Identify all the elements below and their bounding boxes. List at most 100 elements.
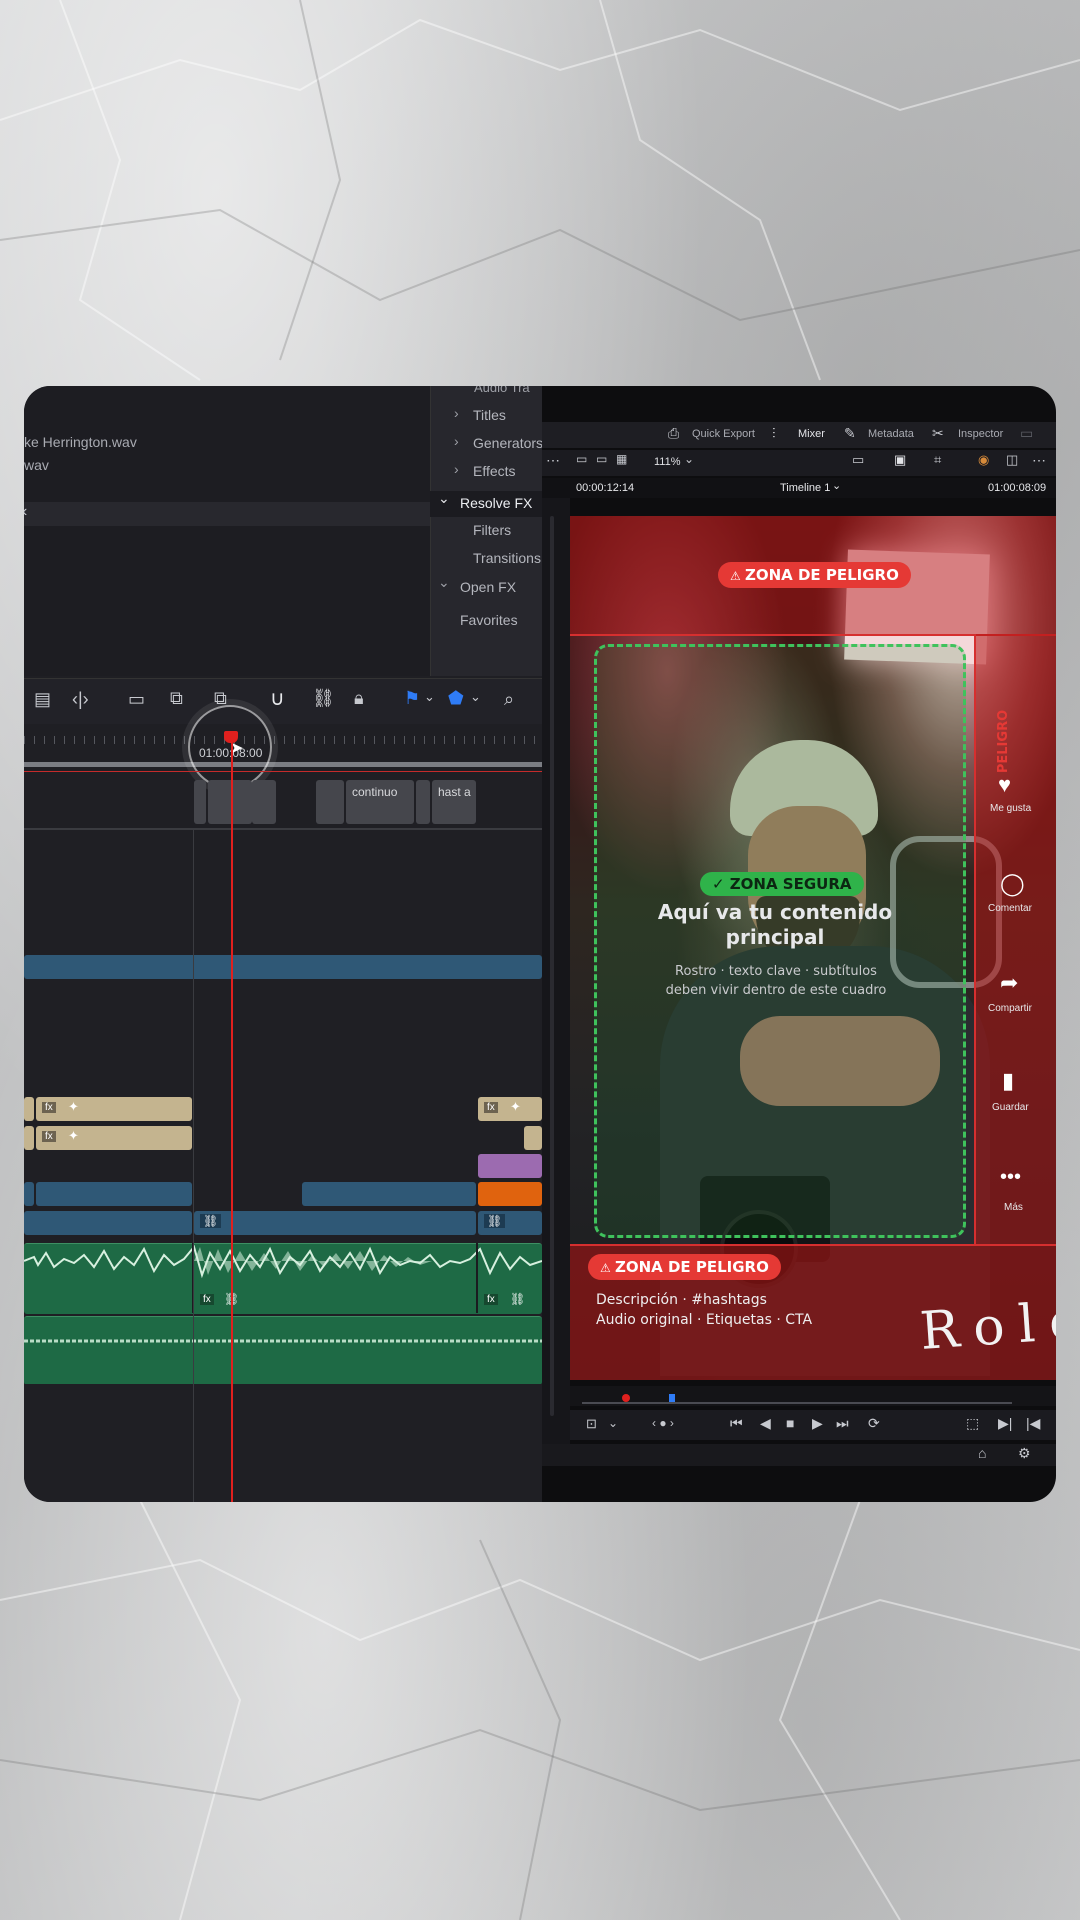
zoom-timeline-icon[interactable]: ⌕ — [504, 689, 514, 710]
media-file-name[interactable]: ke Herrington.wav — [24, 434, 137, 450]
chevron-right-icon[interactable]: › — [454, 405, 459, 421]
effects-item-filters[interactable]: Filters — [473, 522, 511, 538]
warning-icon: ⚠ — [600, 1261, 615, 1275]
subtitle-clip[interactable] — [316, 780, 344, 824]
split-view-icon[interactable]: ◫ — [1006, 452, 1018, 468]
layout-icon[interactable]: ▭ — [596, 452, 607, 466]
marker-icon[interactable]: ⬟ — [448, 688, 464, 709]
layout-icon[interactable]: ▭ — [576, 452, 587, 466]
chevron-down-icon[interactable]: ⌄ — [438, 574, 450, 591]
viewer-mode-icon[interactable]: ⊡ — [586, 1416, 597, 1432]
previous-edit-icon[interactable]: |◀ — [1026, 1415, 1040, 1432]
dynamic-trim-icon[interactable]: ‹|› — [72, 689, 89, 710]
export-icon[interactable]: ⎙ — [668, 425, 679, 442]
share-icon[interactable]: ➦ — [1000, 970, 1018, 996]
more-options-icon[interactable]: ⋯ — [546, 452, 560, 469]
mixer-button[interactable]: Mixer — [798, 428, 825, 440]
chevron-down-icon[interactable]: ⌄ — [424, 689, 435, 705]
stop-icon[interactable]: ■ — [786, 1415, 794, 1431]
audio-clip-music[interactable] — [24, 1316, 542, 1385]
subtitle-clip[interactable] — [416, 780, 430, 824]
color-icon[interactable]: ◉ — [978, 452, 989, 468]
subtitle-clip[interactable] — [208, 780, 252, 824]
view-options-icon[interactable]: ▭ — [852, 452, 864, 468]
fusion-clip[interactable] — [478, 1154, 542, 1178]
video-clip[interactable] — [24, 1211, 192, 1235]
home-icon[interactable]: ⌂ — [978, 1445, 986, 1461]
quick-export-button[interactable]: Quick Export — [692, 428, 755, 440]
scrollbar[interactable] — [550, 516, 554, 1416]
effects-item-open-fx[interactable]: Open FX — [460, 579, 516, 595]
effects-item-resolve-fx[interactable]: Resolve FX — [460, 495, 532, 511]
skip-start-icon[interactable]: ⏮ — [730, 1415, 743, 1432]
fx-badge: fx — [484, 1102, 498, 1113]
more-icon[interactable]: ••• — [1000, 1166, 1021, 1189]
bookmark-icon[interactable]: ▮ — [1002, 1068, 1014, 1094]
inspector-button[interactable]: Inspector — [958, 428, 1003, 440]
overwrite-clip-icon[interactable]: ⧉ — [170, 688, 183, 709]
trim-edit-icon[interactable]: ▤ — [34, 689, 51, 710]
flag-icon[interactable]: ⚑ — [404, 688, 420, 709]
video-clip[interactable] — [194, 1211, 476, 1235]
chevron-down-icon[interactable]: ⌄ — [832, 479, 841, 492]
video-clip[interactable] — [24, 1182, 34, 1206]
heart-icon[interactable]: ♥ — [998, 772, 1011, 798]
jog-control-icon[interactable]: ‹ ● › — [652, 1416, 674, 1430]
fx-badge: fx — [42, 1102, 56, 1113]
effects-item-transitions[interactable]: Transitions — [473, 550, 541, 566]
scrubber-playhead[interactable] — [622, 1394, 630, 1402]
selected-row[interactable] — [24, 502, 430, 526]
collapse-icon[interactable]: ‹ — [24, 503, 27, 521]
safe-area-icon[interactable]: ▣ — [894, 452, 906, 468]
subtitle-clip[interactable] — [252, 780, 276, 824]
effects-item-favorites[interactable]: Favorites — [460, 612, 518, 628]
compound-clip[interactable] — [478, 1182, 542, 1206]
timeline-name-dropdown[interactable]: Timeline 1 — [780, 482, 830, 494]
playhead-line[interactable] — [231, 743, 233, 1502]
next-edit-icon[interactable]: ▶| — [998, 1415, 1012, 1432]
effects-item-titles[interactable]: Titles — [473, 407, 506, 423]
link-icon[interactable]: ⛓ — [312, 688, 335, 709]
comment-icon[interactable]: ◯ — [1000, 871, 1025, 897]
effects-item-generators[interactable]: Generators — [473, 435, 542, 451]
zoom-dropdown[interactable]: 111% — [654, 456, 681, 468]
video-frame[interactable]: ⚠ ZONA DE PELIGRO ✓ ZONA SEGURA Aquí va … — [570, 516, 1056, 1380]
title-clip[interactable] — [36, 1126, 192, 1150]
snapping-icon[interactable]: ∪ — [270, 686, 285, 711]
chevron-down-icon[interactable]: ⌄ — [470, 689, 481, 705]
title-clip[interactable] — [24, 1097, 34, 1121]
monitor-icon[interactable]: ▭ — [1020, 425, 1033, 442]
title-clip[interactable] — [36, 1097, 192, 1121]
adjustment-clip[interactable] — [24, 955, 542, 979]
play-icon[interactable]: ▶ — [812, 1415, 823, 1432]
metadata-icon[interactable]: ✎ — [844, 425, 856, 442]
mixer-icon[interactable]: ⫶ — [772, 425, 776, 442]
scrubber-marker[interactable] — [669, 1394, 675, 1402]
gear-icon[interactable]: ⚙ — [1018, 1445, 1031, 1462]
inspector-icon[interactable]: ✂ — [932, 425, 944, 442]
video-clip[interactable] — [302, 1182, 476, 1206]
play-reverse-icon[interactable]: ◀ — [760, 1415, 771, 1432]
video-clip[interactable] — [36, 1182, 192, 1206]
subtitle-clip[interactable] — [194, 780, 206, 824]
timeline-ruler[interactable] — [24, 724, 542, 754]
chevron-right-icon[interactable]: › — [454, 433, 459, 449]
lock-icon[interactable]: 🔒︎ — [354, 688, 364, 709]
chevron-down-icon[interactable]: ⌄ — [438, 490, 450, 507]
chevron-down-icon[interactable]: ⌄ — [608, 1416, 618, 1430]
match-frame-icon[interactable]: ⬚ — [966, 1415, 979, 1432]
more-options-icon[interactable]: ⋯ — [1032, 452, 1046, 469]
title-clip[interactable] — [524, 1126, 542, 1150]
chevron-right-icon[interactable]: › — [454, 461, 459, 477]
chevron-down-icon[interactable]: ⌄ — [684, 452, 694, 466]
layout-icon[interactable]: ▦ — [616, 452, 627, 466]
effects-item-effects[interactable]: Effects — [473, 463, 516, 479]
insert-clip-icon[interactable]: ▭ — [128, 689, 145, 710]
media-file-name[interactable]: wav — [24, 457, 49, 473]
effects-item-audio-transitions[interactable]: Audio Tra — [474, 386, 530, 395]
title-clip[interactable] — [24, 1126, 34, 1150]
loop-icon[interactable]: ⟳ — [868, 1415, 880, 1432]
metadata-button[interactable]: Metadata — [868, 428, 914, 440]
skip-end-icon[interactable]: ⏭ — [836, 1415, 849, 1432]
transform-icon[interactable]: ⌗ — [934, 452, 941, 468]
